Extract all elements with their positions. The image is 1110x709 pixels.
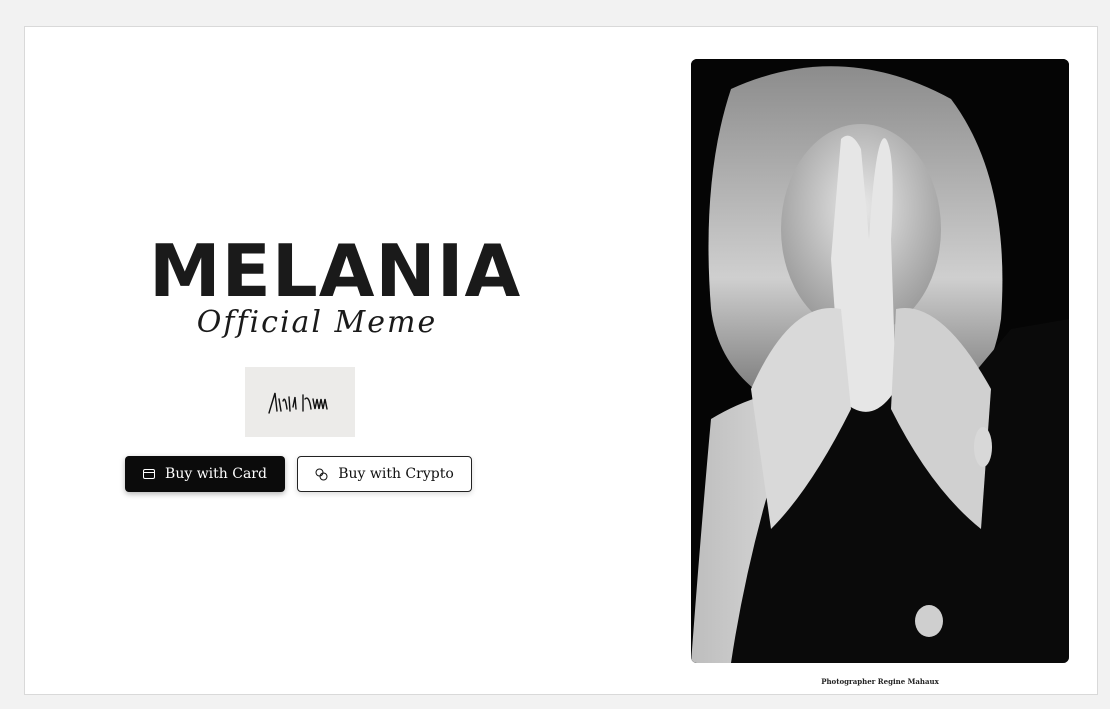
portrait-image bbox=[691, 59, 1069, 663]
buy-with-crypto-label: Buy with Crypto bbox=[338, 466, 454, 482]
photo-caption: Photographer Regine Mahaux bbox=[821, 677, 939, 686]
buy-with-card-label: Buy with Card bbox=[165, 466, 267, 482]
buy-with-card-button[interactable]: Buy with Card bbox=[125, 456, 285, 492]
signature-box bbox=[245, 367, 355, 437]
brand-title: MELANIA bbox=[149, 229, 522, 313]
portrait-photo bbox=[691, 59, 1069, 663]
brand-subtitle: Official Meme bbox=[196, 305, 438, 340]
signature-image bbox=[268, 392, 328, 414]
buy-with-crypto-button[interactable]: Buy with Crypto bbox=[297, 456, 472, 492]
coins-icon bbox=[315, 468, 328, 481]
credit-card-icon bbox=[143, 469, 156, 479]
page-frame: MELANIA Official Meme Buy with Card Buy … bbox=[24, 26, 1098, 695]
